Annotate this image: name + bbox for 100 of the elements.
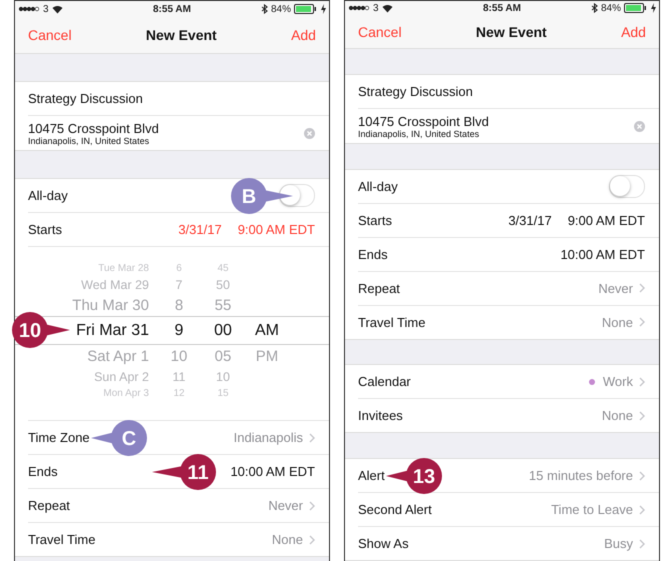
picker-value[interactable]: Sun Apr 2 [94,370,149,384]
row-label: Ends [358,246,388,262]
charging-bolt-icon [650,3,656,14]
row-value[interactable]: None [602,314,633,330]
bluetooth-icon [590,3,598,14]
row-value[interactable]: None [602,408,633,424]
event-title-field[interactable]: Strategy Discussion [28,91,143,106]
wifi-icon [382,4,393,13]
row-label: All-day [358,178,398,194]
row-label: Alert [358,468,385,483]
chevron-icon[interactable] [639,283,645,294]
battery-icon [624,3,648,14]
picker-value[interactable]: 50 [216,278,230,292]
start-date[interactable]: 3/31/17 [508,212,552,228]
row-label: Repeat [28,498,70,513]
row-label: Repeat [358,280,400,296]
location-field[interactable]: 10475 Crosspoint Blvd [28,120,159,136]
picker-value[interactable]: 10 [170,348,188,364]
cancel-button[interactable]: Cancel [28,27,72,43]
step-callout: 10 [12,312,70,348]
chevron-icon[interactable] [309,432,315,442]
chevron-icon[interactable] [639,317,645,328]
start-time[interactable]: 9:00 AM EDT [238,222,315,237]
location-field[interactable]: 10475 Crosspoint Blvd [358,114,489,129]
row-label: Travel Time [358,314,426,330]
step-callout: C [90,420,147,456]
chevron-icon[interactable] [639,376,645,387]
status-time: 8:55 AM [483,2,521,14]
picker-value[interactable]: 55 [214,296,232,314]
step-callout: 13 [386,458,442,494]
row-label: Starts [358,212,392,228]
row-label: Starts [28,222,62,237]
picker-value[interactable]: 7 [176,278,182,292]
row-value[interactable]: Work [602,374,633,390]
picker-value[interactable]: AM [255,322,279,338]
row-label: Calendar [358,374,411,390]
row-value[interactable]: Never [268,498,303,513]
row-value[interactable]: 10:00 AM EDT [230,464,315,479]
screen-title: New Event [476,24,547,40]
row-label: Show As [358,536,409,551]
carrier-text: 3 [43,4,49,14]
clear-icon[interactable] [634,120,645,132]
picker-value[interactable]: 00 [214,322,232,338]
add-button[interactable]: Add [291,27,316,43]
chevron-icon[interactable] [639,538,645,548]
step-callout: 11 [152,454,216,490]
picker-value[interactable]: 10 [216,370,230,384]
row-label: Travel Time [28,532,96,547]
row-label: Ends [28,464,58,479]
picker-value[interactable]: Wed Mar 29 [81,278,149,292]
picker-value[interactable]: 15 [217,388,229,398]
cancel-button[interactable]: Cancel [358,24,402,40]
row-value[interactable]: None [272,532,303,547]
charging-bolt-icon [320,4,326,14]
signal-dots-icon [18,6,40,12]
row-label: Time Zone [28,430,90,445]
screen-title: New Event [146,27,217,43]
battery-percent: 84% [600,2,621,14]
picker-value[interactable]: 6 [176,262,182,274]
status-time: 8:55 AM [153,4,191,14]
start-time[interactable]: 9:00 AM EDT [568,212,645,228]
row-value[interactable]: Indianapolis [234,430,303,445]
row-value[interactable]: Busy [604,536,633,551]
bluetooth-icon [260,4,268,14]
add-button[interactable]: Add [621,24,646,40]
chevron-icon[interactable] [309,534,315,544]
row-value[interactable]: 10:00 AM EDT [560,246,645,262]
row-label: All-day [28,188,68,203]
all-day-switch[interactable] [279,184,315,207]
chevron-icon[interactable] [639,410,645,421]
event-title-field[interactable]: Strategy Discussion [358,84,473,100]
battery-icon [294,4,318,14]
row-value[interactable]: Never [598,280,633,296]
row-value[interactable]: 15 minutes before [528,468,633,483]
picker-value[interactable]: 45 [217,262,229,274]
start-date[interactable]: 3/31/17 [178,222,222,237]
picker-value[interactable]: PM [256,348,278,364]
picker-value[interactable]: Fri Mar 31 [76,322,149,338]
chevron-icon[interactable] [309,500,315,510]
clear-icon[interactable] [304,128,315,138]
all-day-switch[interactable] [609,174,645,198]
picker-value[interactable]: Mon Apr 3 [103,388,149,398]
picker-value[interactable]: Thu Mar 30 [72,296,149,314]
picker-value[interactable]: 8 [174,296,184,314]
location-address: Indianapolis, IN, United States [28,136,150,146]
picker-value[interactable]: 11 [172,370,186,384]
location-address: Indianapolis, IN, United States [358,128,480,139]
picker-value[interactable]: Tue Mar 28 [98,262,149,274]
row-value[interactable]: Time to Leave [551,502,633,517]
picker-value[interactable]: 05 [214,348,232,364]
signal-dots-icon [348,5,370,12]
chevron-icon[interactable] [639,470,645,480]
picker-value[interactable]: Sat Apr 1 [87,348,149,364]
carrier-text: 3 [373,2,379,14]
picker-value[interactable]: 9 [174,322,184,338]
chevron-icon[interactable] [639,504,645,514]
picker-value[interactable]: 12 [173,388,185,398]
battery-percent: 84% [270,4,291,14]
row-label: Invitees [358,408,403,424]
wifi-icon [52,4,63,14]
